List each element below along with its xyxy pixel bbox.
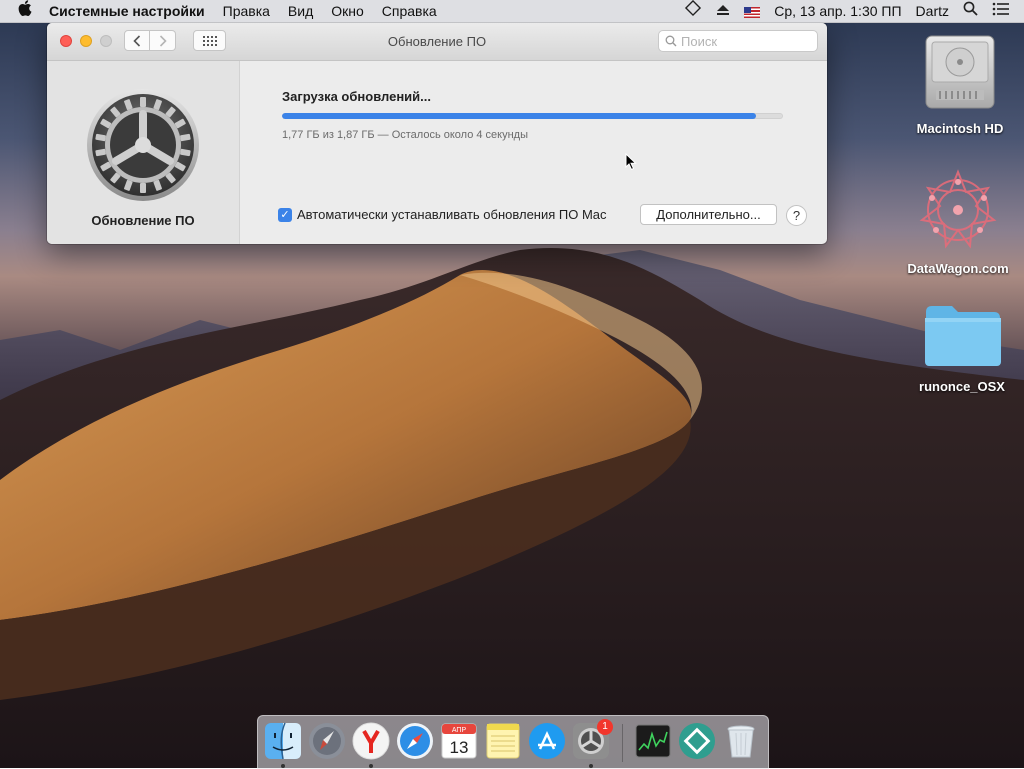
dock: АПР 13 1 <box>257 715 769 769</box>
search-placeholder: Поиск <box>681 33 718 49</box>
menu-app-name[interactable]: Системные настройки <box>40 0 214 22</box>
calendar-month: АПР <box>452 727 467 734</box>
apple-menu-icon[interactable] <box>0 0 40 23</box>
desktop-item-macintosh-hd[interactable]: Macintosh HD <box>900 32 1020 136</box>
menu-user[interactable]: Dartz <box>909 0 956 22</box>
menu-edit[interactable]: Правка <box>214 0 279 22</box>
dock-separator <box>622 724 623 762</box>
pane-name-label: Обновление ПО <box>91 213 195 228</box>
auto-update-label[interactable]: Автоматически устанавливать обновления П… <box>297 207 607 222</box>
dock-finder[interactable] <box>264 722 302 760</box>
datawagon-icon <box>919 169 997 249</box>
dock-notes[interactable] <box>484 722 522 760</box>
desktop-item-label: DataWagon.com <box>907 261 1009 276</box>
diamond-status-icon[interactable] <box>677 0 709 23</box>
app-store-icon <box>529 723 565 759</box>
progress-fill <box>282 113 757 119</box>
notification-badge: 1 <box>597 719 613 735</box>
help-button[interactable]: ? <box>786 205 807 226</box>
notes-icon <box>486 723 520 759</box>
desktop-item-datawagon[interactable]: DataWagon.com <box>898 168 1018 276</box>
finder-icon <box>265 722 301 760</box>
trash-icon <box>727 725 755 758</box>
dock-yandex[interactable] <box>352 722 390 760</box>
eject-icon[interactable] <box>709 0 737 22</box>
input-source-flag-icon[interactable] <box>737 0 767 22</box>
desktop-item-runonce-folder[interactable]: runonce_OSX <box>902 302 1022 394</box>
search-icon <box>665 35 677 47</box>
download-status-text: Загрузка обновлений... <box>282 89 431 104</box>
dock-launchpad[interactable] <box>308 722 346 760</box>
dock-calendar[interactable]: АПР 13 <box>440 722 478 760</box>
folder-icon <box>925 306 1001 366</box>
yandex-browser-icon <box>352 722 390 760</box>
safari-icon <box>397 723 433 759</box>
desktop-item-label: runonce_OSX <box>919 379 1005 394</box>
desktop-item-label: Macintosh HD <box>916 121 1004 136</box>
software-update-window: Обновление ПО Поиск Обновление ПО Загруз… <box>47 23 827 244</box>
update-content: Загрузка обновлений... 1,77 ГБ из 1,87 Г… <box>240 61 827 244</box>
menu-help[interactable]: Справка <box>373 0 446 22</box>
download-progress-bar <box>282 113 783 119</box>
menu-view[interactable]: Вид <box>279 0 322 22</box>
running-indicator <box>369 764 373 768</box>
software-update-gear-icon <box>85 87 201 203</box>
auto-update-checkbox[interactable]: ✓ <box>278 208 292 222</box>
dock-trash[interactable] <box>722 722 760 760</box>
calendar-icon: АПР 13 <box>441 723 477 759</box>
mouse-pointer-icon <box>625 152 637 176</box>
dock-app-store[interactable] <box>528 722 566 760</box>
window-titlebar[interactable]: Обновление ПО Поиск <box>47 23 827 61</box>
pane-sidebar: Обновление ПО <box>47 61 240 244</box>
dock-activity-monitor[interactable] <box>634 722 672 760</box>
hard-drive-icon <box>925 35 995 109</box>
activity-monitor-icon <box>635 724 671 758</box>
teal-app-icon <box>679 723 715 759</box>
notification-center-icon[interactable] <box>985 0 1024 22</box>
menu-bar: Системные настройки Правка Вид Окно Спра… <box>0 0 1024 23</box>
running-indicator <box>281 764 285 768</box>
advanced-button[interactable]: Дополнительно... <box>640 204 777 225</box>
calendar-day: 13 <box>450 738 469 757</box>
running-indicator <box>589 764 593 768</box>
launchpad-icon <box>309 723 345 759</box>
search-field[interactable]: Поиск <box>658 30 818 52</box>
spotlight-search-icon[interactable] <box>956 0 985 22</box>
dock-safari[interactable] <box>396 722 434 760</box>
menu-datetime[interactable]: Ср, 13 апр. 1:30 ПП <box>767 0 908 22</box>
menu-window[interactable]: Окно <box>322 0 373 22</box>
dock-teal-app[interactable] <box>678 722 716 760</box>
download-detail-text: 1,77 ГБ из 1,87 ГБ — Осталось около 4 се… <box>282 129 529 141</box>
